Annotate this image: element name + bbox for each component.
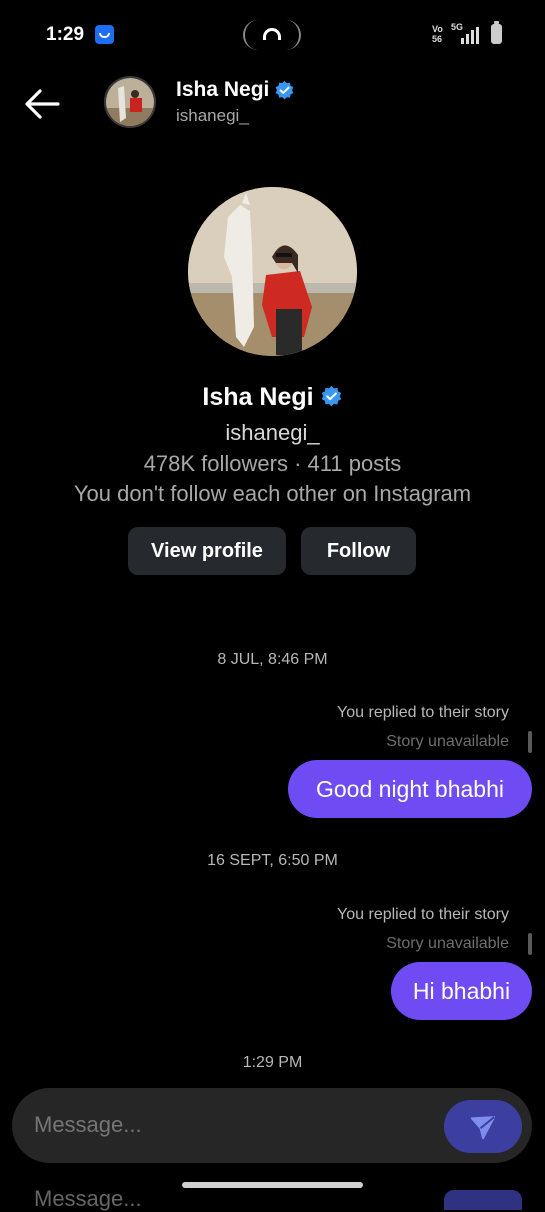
avatar-photo — [106, 78, 154, 126]
story-reply-bar — [528, 731, 532, 753]
header-name[interactable]: Isha Negi — [176, 78, 269, 102]
send-button[interactable] — [444, 1100, 522, 1153]
profile-stats: 478K followers · 411 posts — [143, 451, 402, 476]
message-bubble[interactable]: Good night bhabhi — [288, 760, 532, 818]
message-timestamp: 8 JUL, 8:46 PM — [217, 651, 328, 668]
header-username: ishanegi_ — [176, 106, 249, 125]
vpn-icon — [95, 25, 114, 44]
profile-username: ishanegi_ — [225, 420, 320, 445]
follow-button[interactable]: Follow — [301, 527, 416, 575]
view-profile-button[interactable]: View profile — [128, 527, 286, 575]
message-bubble[interactable]: Hi bhabhi — [391, 962, 532, 1020]
profile-name-row: Isha Negi — [0, 383, 545, 415]
message-timestamp: 16 SEPT, 6:50 PM — [207, 852, 338, 869]
verified-badge-icon — [320, 385, 343, 415]
message-timestamp: 1:29 PM — [242, 1054, 303, 1071]
message-input[interactable] — [34, 1112, 414, 1138]
status-time: 1:29 — [46, 24, 85, 45]
header-avatar[interactable] — [104, 76, 156, 128]
follow-status: You don't follow each other on Instagram — [73, 481, 472, 506]
ghost-composer-text: Message... — [34, 1186, 142, 1211]
profile-name: Isha Negi — [202, 383, 314, 411]
profile-photo[interactable] — [188, 187, 357, 356]
signal-icon — [461, 27, 483, 44]
send-icon — [470, 1115, 496, 1139]
ghost-send-button — [444, 1190, 522, 1210]
home-indicator[interactable] — [182, 1182, 363, 1188]
story-unavailable: Story unavailable — [386, 935, 509, 952]
volte-indicator: Vo 56 — [432, 24, 443, 44]
hotspot-icon — [263, 28, 281, 40]
back-button[interactable] — [20, 82, 64, 126]
story-reply-note: You replied to their story — [337, 704, 509, 721]
story-reply-bar — [528, 933, 532, 955]
message-composer — [12, 1088, 532, 1163]
battery-icon — [491, 21, 502, 44]
story-unavailable: Story unavailable — [386, 733, 509, 750]
back-arrow-icon — [25, 89, 60, 119]
story-reply-note: You replied to their story — [337, 906, 509, 923]
verified-badge-icon — [274, 80, 295, 106]
